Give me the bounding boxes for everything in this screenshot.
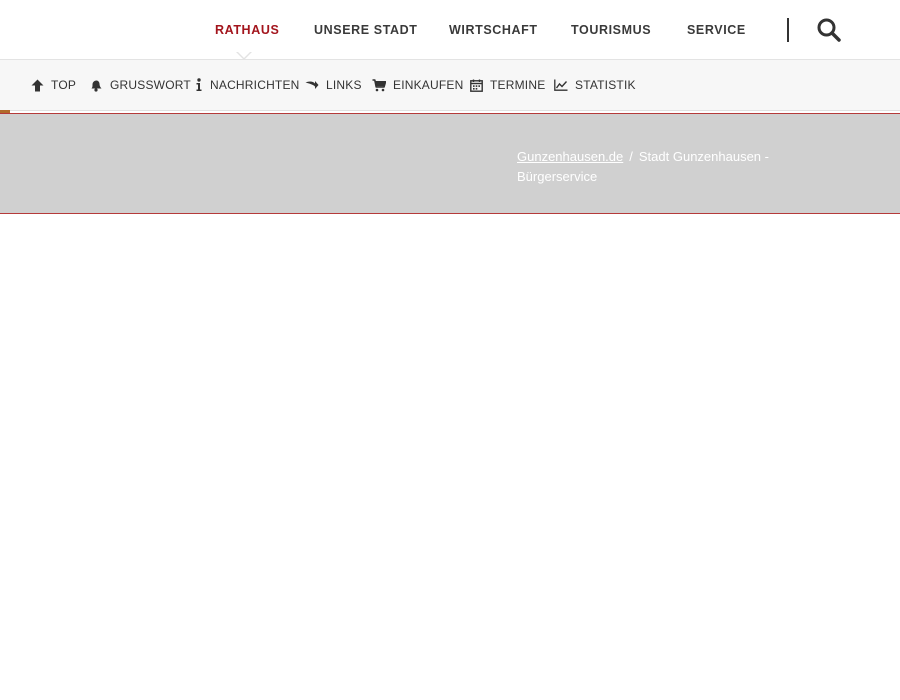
nav-item-tourismus[interactable]: TOURISMUS xyxy=(571,23,651,37)
toolbar-item-nachrichten[interactable]: NACHRICHTEN xyxy=(195,77,300,93)
breadcrumb: Gunzenhausen.de / Stadt Gunzenhausen - Bür… xyxy=(517,147,807,187)
line-chart-icon xyxy=(554,79,568,91)
search-button[interactable] xyxy=(815,16,843,44)
main-navigation: RATHAUS UNSERE STADT WIRTSCHAFT TOURISMU… xyxy=(0,0,900,60)
toolbar-item-label: TERMINE xyxy=(490,78,546,92)
toolbar-item-label: TOP xyxy=(51,78,77,92)
toolbar-item-label: GRUSSWORT xyxy=(110,78,191,92)
nav-item-unsere-stadt[interactable]: UNSERE STADT xyxy=(314,23,418,37)
breadcrumb-home-link[interactable]: Gunzenhausen.de xyxy=(517,149,623,164)
active-nav-indicator xyxy=(236,51,252,60)
shopping-cart-icon xyxy=(372,78,386,91)
toolbar-item-label: LINKS xyxy=(326,78,362,92)
toolbar-item-links[interactable]: LINKS xyxy=(305,77,362,93)
breadcrumb-separator: / xyxy=(629,149,633,164)
toolbar-item-label: STATISTIK xyxy=(575,78,636,92)
toolbar-item-einkaufen[interactable]: EINKAUFEN xyxy=(372,77,463,93)
nav-item-service[interactable]: SERVICE xyxy=(687,23,746,37)
page-section-toolbar: TOP GRUSSWORT NACHRICHTEN LINKS EINKAUFE… xyxy=(0,60,900,111)
nav-item-rathaus[interactable]: RATHAUS xyxy=(215,23,279,37)
nav-item-wirtschaft[interactable]: WIRTSCHAFT xyxy=(449,23,538,37)
search-icon xyxy=(817,18,841,42)
page-header-band: Gunzenhausen.de / Stadt Gunzenhausen - Bür… xyxy=(0,113,900,214)
toolbar-item-label: NACHRICHTEN xyxy=(210,78,300,92)
toolbar-item-statistik[interactable]: STATISTIK xyxy=(554,77,636,93)
info-icon xyxy=(196,78,202,91)
toolbar-item-top[interactable]: TOP xyxy=(31,77,76,93)
share-arrow-icon xyxy=(305,81,319,89)
calendar-icon xyxy=(470,79,483,92)
toolbar-item-grusswort[interactable]: GRUSSWORT xyxy=(89,77,191,93)
arrow-up-icon xyxy=(31,79,44,91)
bell-icon xyxy=(91,80,102,92)
nav-divider xyxy=(787,18,789,42)
toolbar-item-termine[interactable]: TERMINE xyxy=(470,77,545,93)
toolbar-item-label: EINKAUFEN xyxy=(393,78,464,92)
